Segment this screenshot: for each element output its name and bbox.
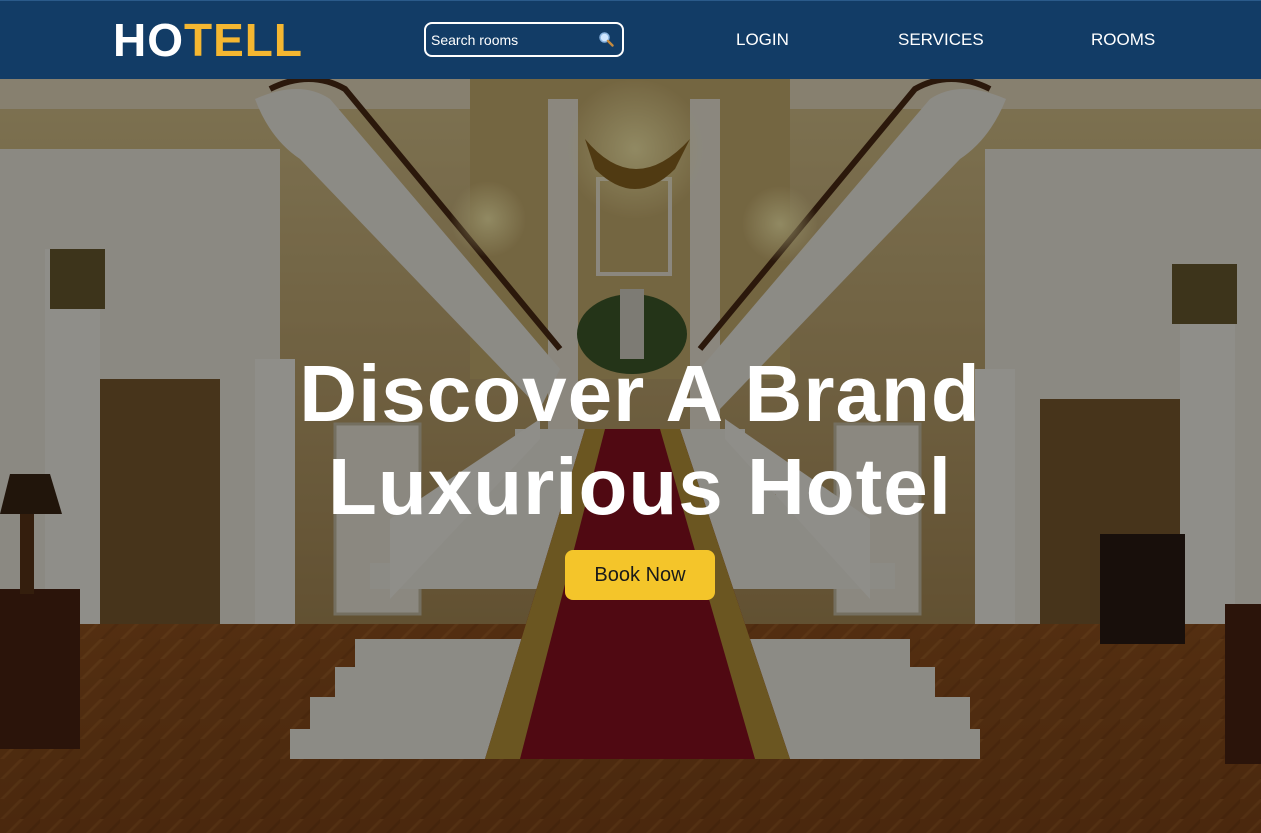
hero-title-line-1: Discover A Brand — [299, 349, 981, 438]
logo-text-gold: TELL — [184, 14, 303, 66]
hero-section: Discover A Brand Luxurious Hotel Book No… — [0, 79, 1261, 833]
book-now-button[interactable]: Book Now — [565, 550, 715, 600]
top-navbar: HOTELL LOGIN SERVICES ROOMS — [0, 0, 1261, 79]
hero-title-line-2: Luxurious Hotel — [328, 442, 952, 531]
nav-link-rooms[interactable]: ROOMS — [1091, 29, 1155, 51]
hero-title: Discover A Brand Luxurious Hotel — [0, 347, 1261, 533]
search-box — [424, 22, 624, 57]
nav-link-services[interactable]: SERVICES — [898, 29, 984, 51]
page: HOTELL LOGIN SERVICES ROOMS — [0, 0, 1261, 833]
site-logo[interactable]: HOTELL — [113, 13, 303, 67]
nav-link-login[interactable]: LOGIN — [736, 29, 789, 51]
search-input[interactable] — [426, 24, 586, 55]
magnifier-icon[interactable] — [598, 31, 614, 47]
logo-text-white: HO — [113, 14, 184, 66]
